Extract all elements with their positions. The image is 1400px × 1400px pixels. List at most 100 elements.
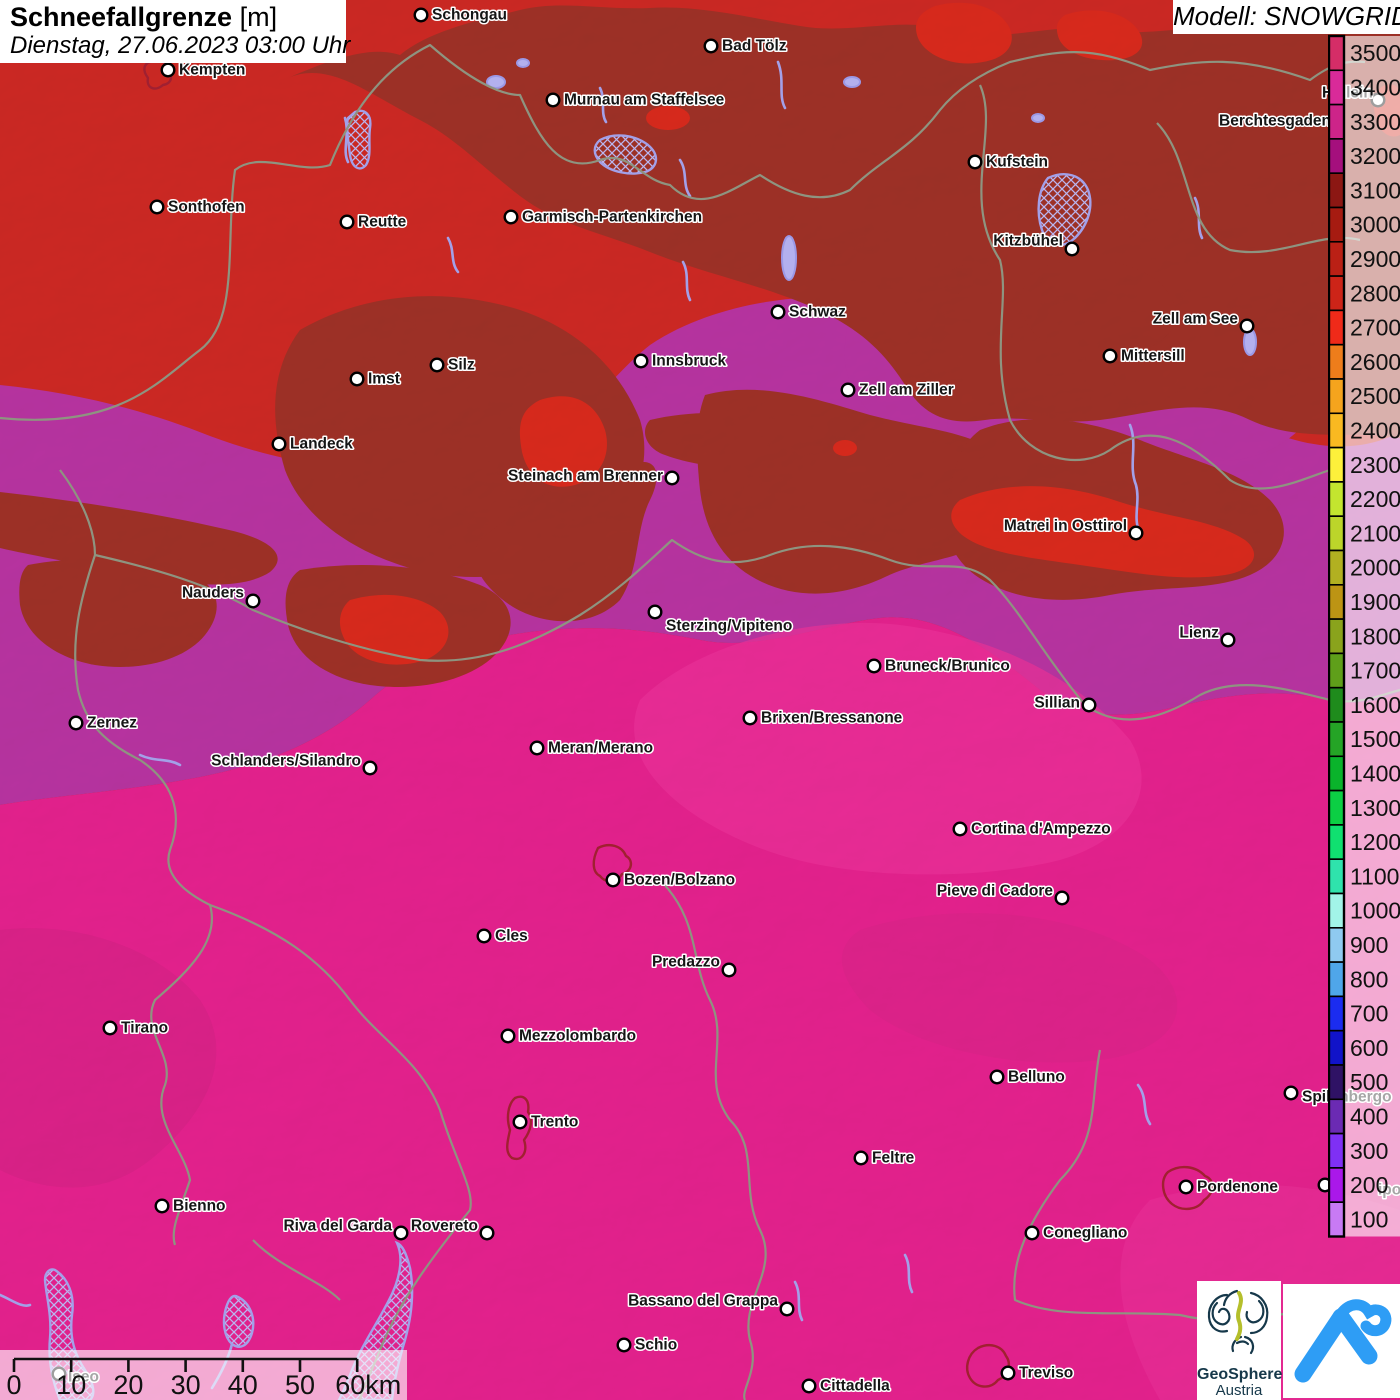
legend-color-segment — [1328, 69, 1345, 106]
legend-color-segment — [1328, 755, 1345, 792]
city-label: Sillian — [1034, 695, 1080, 712]
city-dot — [633, 353, 649, 369]
city-label: Nauders — [182, 585, 244, 602]
city-dot — [245, 593, 261, 609]
city-label: Bassano del Grappa — [628, 1293, 778, 1310]
scalebar-label: 50 — [285, 1370, 315, 1400]
model-label: Modell: SNOWGRID — [1173, 0, 1400, 34]
legend-color-segment — [1328, 721, 1345, 758]
city-dot — [413, 7, 429, 23]
distance-scalebar: 0 10 20 30 40 50 60km — [0, 1350, 407, 1400]
city-label: Kempten — [179, 62, 245, 79]
legend-color-segment — [1328, 1167, 1345, 1204]
city-dot — [429, 357, 445, 373]
legend-tick-label: 200 — [1350, 1172, 1388, 1198]
city-dot — [393, 1225, 409, 1241]
city-dot — [1128, 525, 1144, 541]
legend-tick-label: 1400 — [1350, 760, 1400, 786]
legend-color-segment — [1328, 892, 1345, 929]
legend-tick-label: 3400 — [1350, 74, 1400, 100]
city-label: Imst — [368, 371, 400, 388]
legend-tick-label: 900 — [1350, 932, 1388, 958]
city-label: Pordenone — [1197, 1179, 1278, 1196]
city-label: Pieve di Cadore — [937, 883, 1054, 900]
city-dot — [1283, 1085, 1299, 1101]
city-label: Schlanders/Silandro — [211, 753, 361, 770]
legend-tick-label: 400 — [1350, 1103, 1388, 1129]
city-label: Lienz — [1179, 625, 1219, 642]
city-dot — [349, 371, 365, 387]
city-label: Berchtesgaden — [1219, 113, 1331, 130]
city-label: Garmisch-Partenkirchen — [522, 209, 702, 226]
legend-tick-label: 3100 — [1350, 177, 1400, 203]
city-dot — [479, 1225, 495, 1241]
city-label: Kitzbühel — [993, 233, 1063, 250]
geosphere-logo-box: GeoSphere Austria — [1197, 1281, 1282, 1400]
city-label: Zell am Ziller — [859, 382, 954, 399]
legend-tick-label: 300 — [1350, 1138, 1388, 1164]
city-label: Landeck — [290, 436, 353, 453]
legend-tick-label: 2700 — [1350, 315, 1400, 341]
legend-tick-label: 1100 — [1350, 863, 1399, 889]
legend-tick-label: 2900 — [1350, 246, 1400, 272]
city-dot — [801, 1378, 817, 1394]
legend-color-segment — [1328, 961, 1345, 998]
city-dot — [529, 740, 545, 756]
legend-tick-label: 2000 — [1350, 555, 1400, 581]
city-dot — [339, 214, 355, 230]
legend-tick-label: 2400 — [1350, 417, 1400, 443]
page-title: Schneefallgrenze [m] — [10, 2, 278, 32]
legend-color-segment — [1328, 515, 1345, 552]
legend-tick-label: 1900 — [1350, 589, 1400, 615]
city-label: Schio — [635, 1337, 677, 1354]
city-dot — [952, 821, 968, 837]
legend-color-segment — [1328, 1064, 1345, 1101]
city-dot — [664, 470, 680, 486]
city-label: Mittersill — [1121, 348, 1185, 365]
city-label: Schongau — [432, 7, 507, 24]
city-dot — [1081, 697, 1097, 713]
legend-color-segment — [1328, 241, 1345, 277]
city-label: Cittadella — [820, 1378, 890, 1395]
city-dot — [967, 154, 983, 170]
city-dot — [1024, 1225, 1040, 1241]
unit-label: [m] — [239, 2, 278, 32]
scalebar-label: 10 — [56, 1370, 86, 1400]
legend-tick-label: 2200 — [1350, 486, 1400, 512]
city-label: Reutte — [358, 214, 407, 231]
city-dot — [1064, 241, 1080, 257]
city-label: Steinach am Brenner — [508, 468, 663, 485]
city-label: Innsbruck — [652, 353, 726, 370]
legend-tick-label: 1200 — [1350, 829, 1400, 855]
legend-color-segment — [1328, 172, 1345, 209]
legend-color-segment — [1328, 995, 1345, 1032]
city-label: Zell am See — [1153, 311, 1239, 328]
legend-color-segment — [1328, 481, 1345, 517]
legend-tick-label: 1300 — [1350, 795, 1400, 821]
snowgrid-map-page: Schongau Kempten Bad Tölz Murnau am Staffel… — [0, 0, 1400, 1400]
city-label: Belluno — [1008, 1069, 1065, 1086]
legend-tick-label: 1500 — [1350, 726, 1400, 752]
city-dot — [1239, 318, 1255, 334]
legend-color-segment — [1328, 686, 1345, 723]
scalebar-label: 0 — [6, 1370, 21, 1400]
legend-color-segment — [1328, 35, 1345, 72]
city-dot — [160, 62, 176, 78]
legend-tick-label: 500 — [1350, 1069, 1388, 1095]
city-label: Schwaz — [789, 304, 846, 321]
city-label: Rovereto — [411, 1218, 478, 1235]
elevation-legend: 3500 3400 3300 3200 3100 3000 2900 2800 2700 2600… — [1327, 34, 1400, 1242]
legend-tick-label: 1000 — [1350, 898, 1400, 924]
geosphere-logo-country: Austria — [1215, 1382, 1263, 1399]
city-dot — [853, 1150, 869, 1166]
legend-tick-label: 3200 — [1350, 143, 1400, 169]
legend-color-segment — [1328, 1132, 1345, 1169]
city-label: Sterzing/Vipiteno — [666, 618, 792, 635]
city-dot — [703, 38, 719, 54]
city-dot — [866, 658, 882, 674]
legend-color-segment — [1328, 275, 1345, 312]
city-label: Matrei in Osttirol — [1004, 518, 1127, 535]
city-label: Bruneck/Brunico — [885, 658, 1010, 675]
legend-color-segment — [1328, 412, 1345, 449]
city-label: Murnau am Staffelsee — [564, 92, 725, 109]
